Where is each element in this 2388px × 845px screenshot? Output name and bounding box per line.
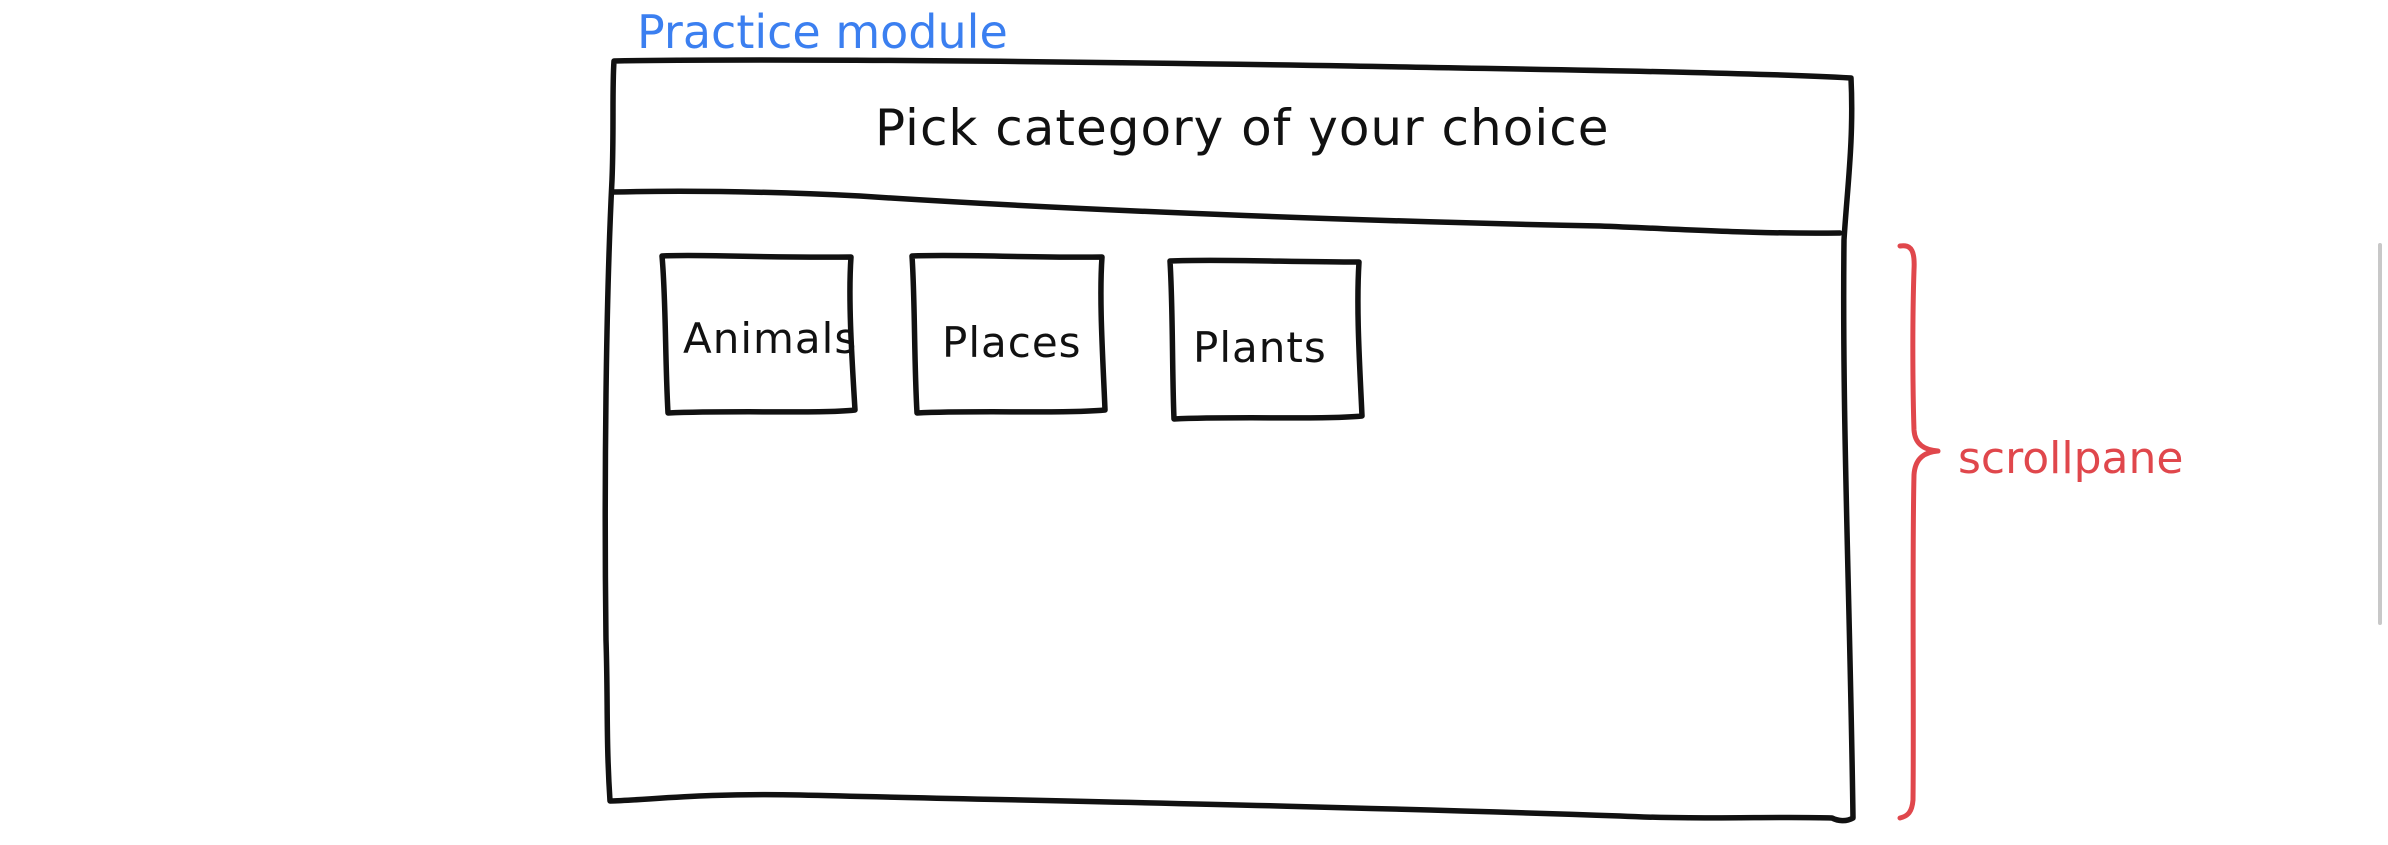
category-card-animals-label: Animals	[683, 314, 857, 363]
module-label: Practice module	[637, 5, 1008, 59]
category-card-places[interactable]: Places	[909, 252, 1108, 416]
header-title: Pick category of your choice	[875, 99, 1609, 157]
scrollpane-label: scrollpane	[1958, 433, 2183, 484]
category-card-animals[interactable]: Animals	[659, 252, 858, 416]
scrollpane-brace	[1897, 243, 1941, 821]
category-card-plants[interactable]: Plants	[1167, 257, 1365, 422]
category-card-plants-label: Plants	[1193, 323, 1327, 372]
scrollbar-thumb[interactable]	[2378, 243, 2382, 625]
wireframe-sketch: Practice module Pick category of your ch…	[602, 5, 2382, 824]
module-window-frame	[602, 57, 1856, 824]
category-card-places-label: Places	[942, 318, 1082, 367]
header-divider	[610, 188, 1843, 236]
